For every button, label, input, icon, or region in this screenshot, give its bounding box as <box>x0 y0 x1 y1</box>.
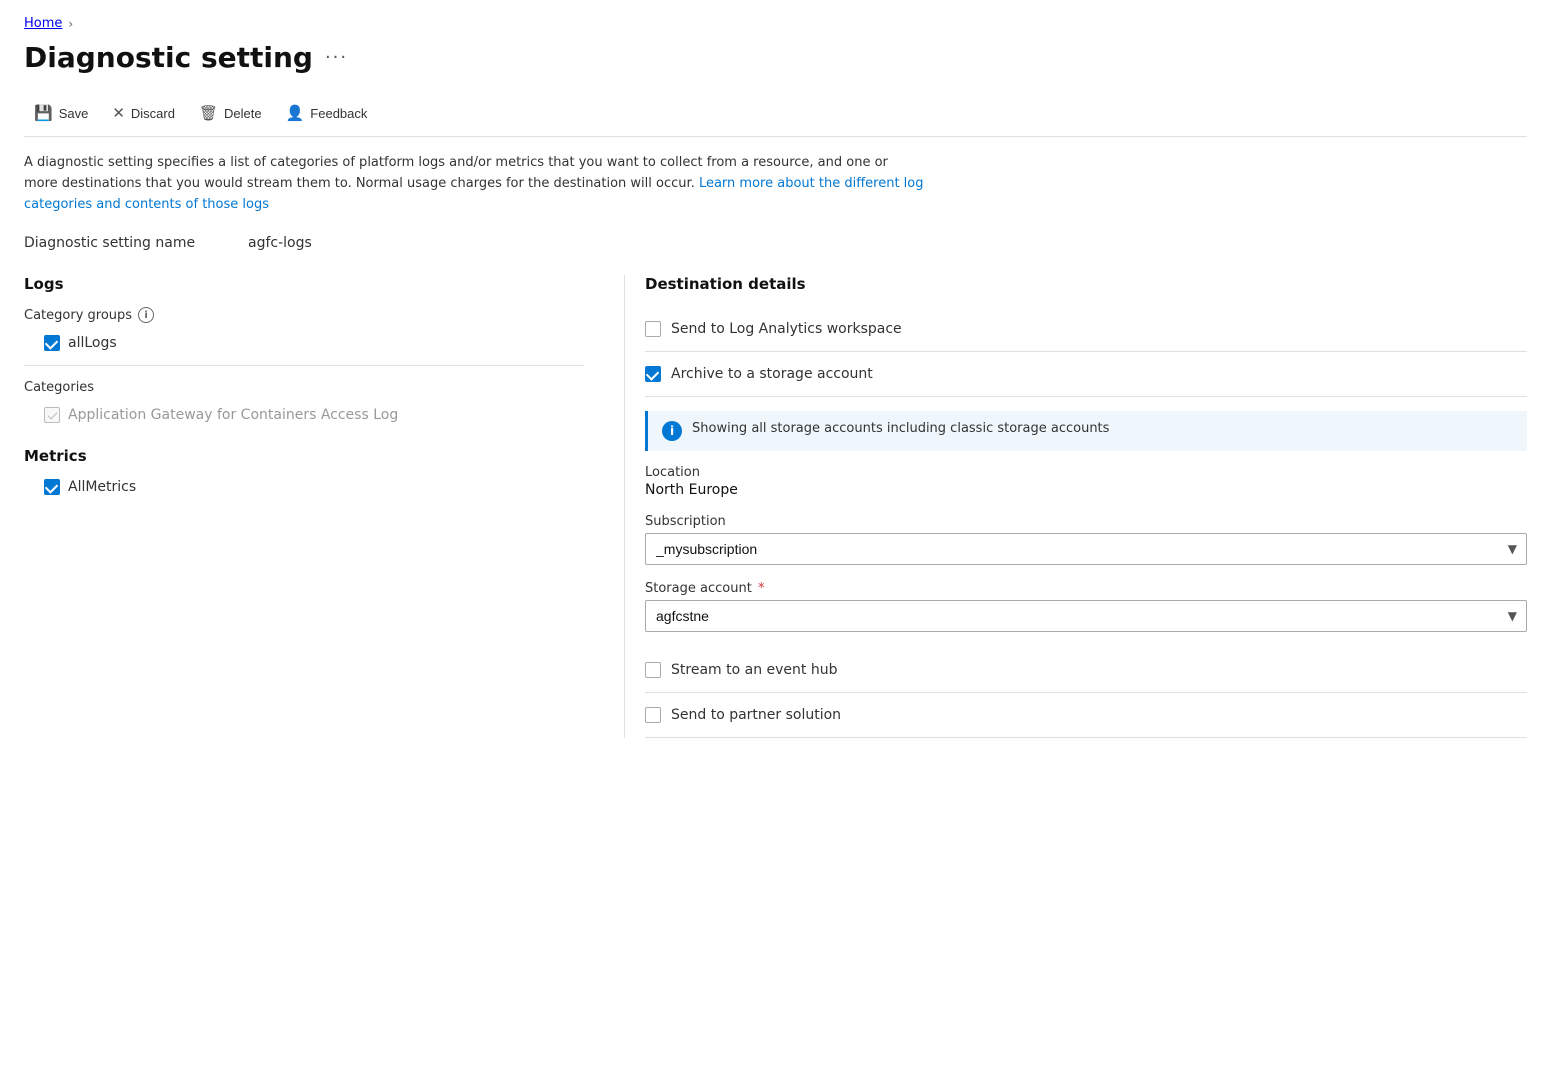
access-log-row: Application Gateway for Containers Acces… <box>24 407 584 423</box>
breadcrumb-separator: › <box>68 17 73 31</box>
subscription-select-wrapper: _mysubscription ▼ <box>645 533 1527 565</box>
event-hub-checkbox[interactable] <box>645 662 661 678</box>
event-hub-row: Stream to an event hub <box>645 648 1527 693</box>
partner-solution-checkbox[interactable] <box>645 707 661 723</box>
location-label: Location <box>645 465 1527 480</box>
subscription-group: Subscription _mysubscription ▼ <box>645 514 1527 565</box>
delete-label: Delete <box>224 106 262 121</box>
main-content: Logs Category groups i allLogs Categorie… <box>24 275 1527 738</box>
access-log-checkbox <box>44 407 60 423</box>
delete-icon: 🗑 <box>199 104 218 122</box>
save-button[interactable]: 💾 Save <box>24 98 98 128</box>
info-description: A diagnostic setting specifies a list of… <box>24 153 924 215</box>
location-group: Location North Europe <box>645 465 1527 498</box>
save-label: Save <box>59 106 89 121</box>
subscription-select[interactable]: _mysubscription <box>645 533 1527 565</box>
metrics-section: Metrics AllMetrics <box>24 447 584 495</box>
storage-account-required-marker: * <box>758 581 765 596</box>
right-panel: Destination details Send to Log Analytic… <box>624 275 1527 738</box>
page-title: Diagnostic setting <box>24 41 313 74</box>
breadcrumb: Home › <box>24 16 1527 31</box>
storage-account-select[interactable]: agfcstne <box>645 600 1527 632</box>
save-icon: 💾 <box>34 104 53 122</box>
logs-divider <box>24 365 584 366</box>
categories-section: Categories Application Gateway for Conta… <box>24 380 584 423</box>
feedback-icon: 👤 <box>286 104 305 122</box>
left-panel: Logs Category groups i allLogs Categorie… <box>24 275 624 738</box>
category-groups-text: Category groups <box>24 308 132 323</box>
storage-account-label-text: Storage account <box>645 581 752 596</box>
archive-storage-label[interactable]: Archive to a storage account <box>671 366 873 382</box>
categories-label: Categories <box>24 380 584 395</box>
category-groups-label: Category groups i <box>24 307 584 323</box>
toolbar: 💾 Save ✕ Discard 🗑 Delete 👤 Feedback <box>24 90 1527 137</box>
partner-solution-label[interactable]: Send to partner solution <box>671 707 841 723</box>
archive-storage-row: Archive to a storage account <box>645 352 1527 397</box>
location-value: North Europe <box>645 482 1527 498</box>
archive-storage-checkbox[interactable] <box>645 366 661 382</box>
all-logs-row: allLogs <box>24 335 584 351</box>
delete-button[interactable]: 🗑 Delete <box>189 98 272 128</box>
all-metrics-label[interactable]: AllMetrics <box>68 479 136 495</box>
storage-info-banner: i Showing all storage accounts including… <box>645 411 1527 451</box>
category-groups-info-icon[interactable]: i <box>138 307 154 323</box>
subscription-label: Subscription <box>645 514 1527 529</box>
all-logs-label[interactable]: allLogs <box>68 335 117 351</box>
storage-account-group: Storage account * agfcstne ▼ <box>645 581 1527 632</box>
home-link[interactable]: Home <box>24 16 62 31</box>
discard-icon: ✕ <box>112 104 125 122</box>
categories-text: Categories <box>24 380 94 395</box>
all-logs-checkbox[interactable] <box>44 335 60 351</box>
all-metrics-checkbox[interactable] <box>44 479 60 495</box>
storage-account-select-wrapper: agfcstne ▼ <box>645 600 1527 632</box>
setting-name-label: Diagnostic setting name <box>24 235 224 251</box>
log-analytics-row: Send to Log Analytics workspace <box>645 307 1527 352</box>
access-log-label: Application Gateway for Containers Acces… <box>68 407 398 423</box>
metrics-title: Metrics <box>24 447 584 465</box>
destination-title: Destination details <box>645 275 1527 293</box>
all-metrics-row: AllMetrics <box>24 479 584 495</box>
partner-solution-row: Send to partner solution <box>645 693 1527 738</box>
event-hub-label[interactable]: Stream to an event hub <box>671 662 837 678</box>
log-analytics-checkbox[interactable] <box>645 321 661 337</box>
storage-account-label: Storage account * <box>645 581 1527 596</box>
feedback-button[interactable]: 👤 Feedback <box>276 98 378 128</box>
feedback-label: Feedback <box>310 106 367 121</box>
setting-name-row: Diagnostic setting name agfc-logs <box>24 235 1527 251</box>
discard-label: Discard <box>131 106 175 121</box>
access-log-check-mark <box>47 409 57 419</box>
info-banner-text: Showing all storage accounts including c… <box>692 421 1109 436</box>
page-title-row: Diagnostic setting ··· <box>24 41 1527 74</box>
logs-section: Logs Category groups i allLogs Categorie… <box>24 275 584 423</box>
info-banner-icon: i <box>662 421 682 441</box>
log-analytics-label[interactable]: Send to Log Analytics workspace <box>671 321 902 337</box>
more-options-button[interactable]: ··· <box>325 47 348 68</box>
discard-button[interactable]: ✕ Discard <box>102 98 185 128</box>
setting-name-value: agfc-logs <box>248 235 312 251</box>
logs-title: Logs <box>24 275 584 293</box>
